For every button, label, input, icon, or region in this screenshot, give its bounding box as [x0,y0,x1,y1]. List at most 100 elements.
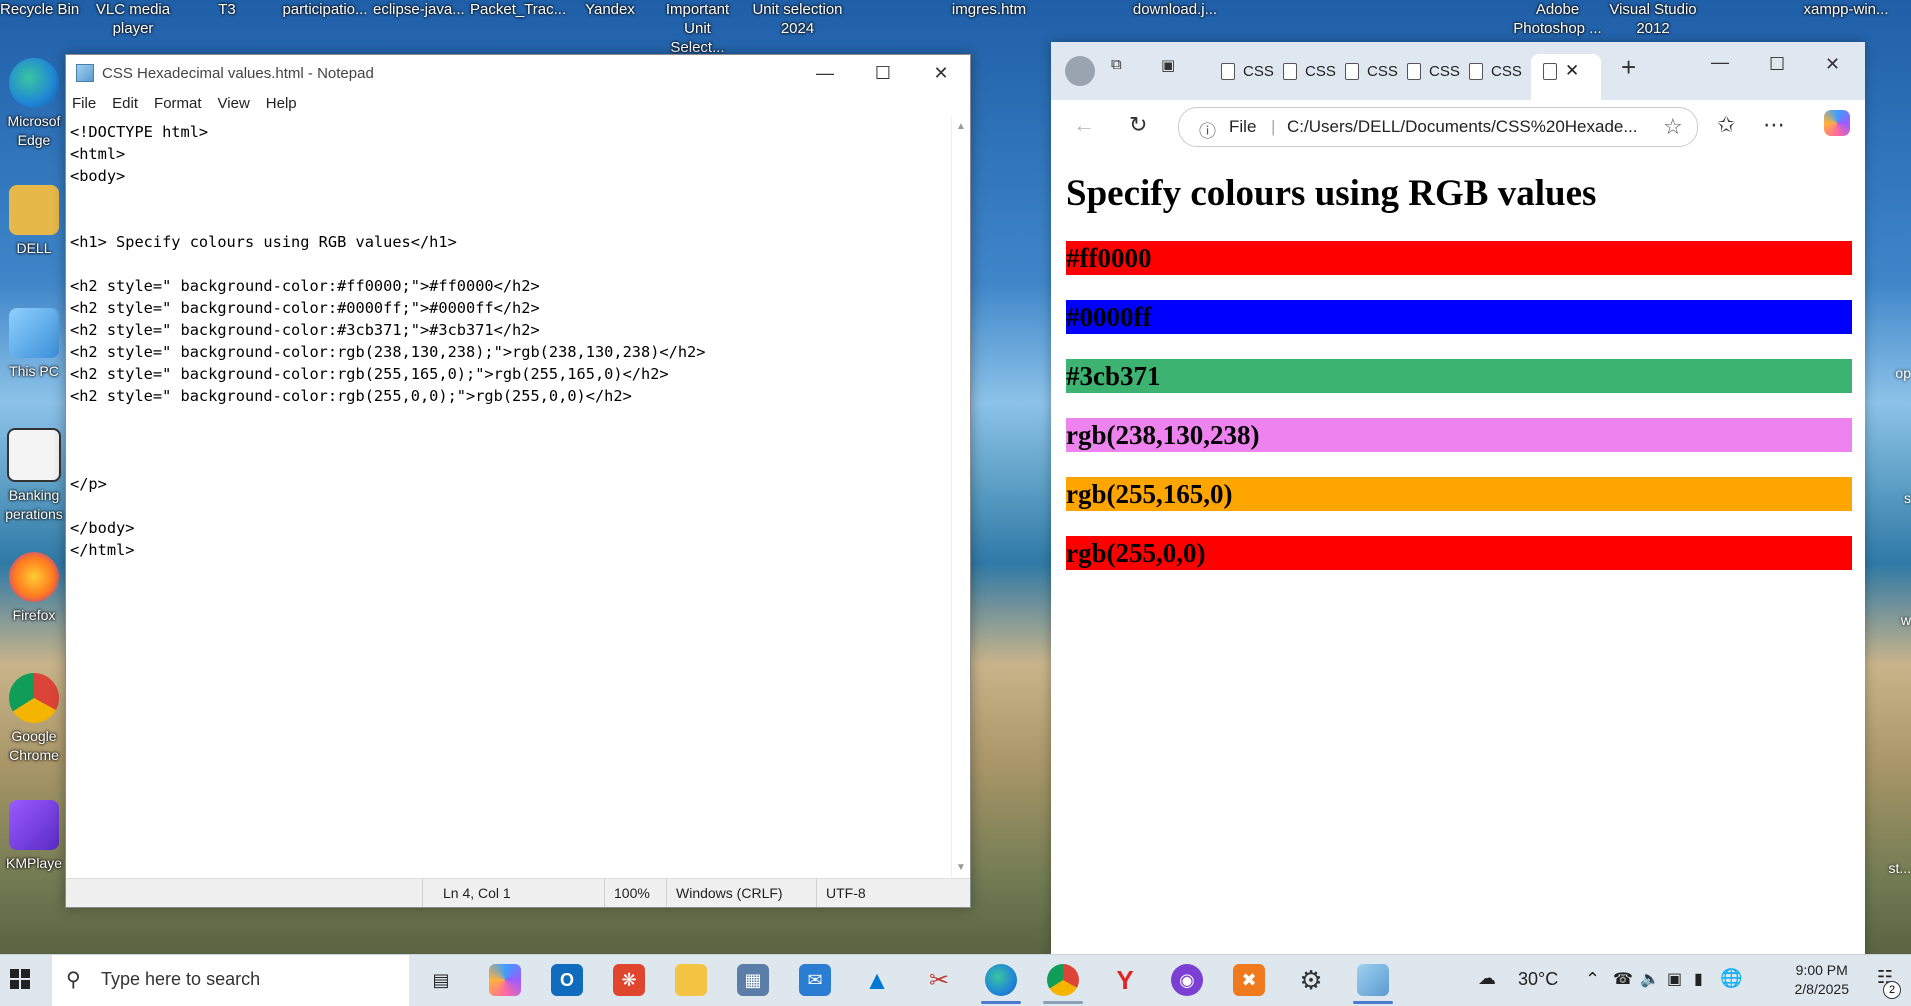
xampp-icon[interactable]: ✖ [1233,964,1265,996]
desktop-icon-unit-selection[interactable]: Unit selection 2024 [750,0,845,38]
desktop-icon-banking[interactable]: Banking perations [0,428,68,524]
desktop-icon-download[interactable]: download.j... [1130,0,1220,19]
clock[interactable]: 9:00 PM 2/8/2025 [1795,961,1850,999]
active-tab[interactable]: ✕ [1531,54,1601,100]
desktop-icon-packet-tracer[interactable]: Packet_Trac... [470,0,566,19]
menu-file[interactable]: File [72,95,96,112]
azure-icon[interactable]: ▲ [861,964,893,996]
weather-icon[interactable]: ☁ [1478,968,1496,989]
favorite-star-icon[interactable]: ☆ [1663,114,1683,140]
code-line: <h2 style=" background-color:#3cb371;">#… [70,321,540,339]
info-icon[interactable]: ⓘ [1199,117,1216,142]
back-icon[interactable]: ← [1073,112,1095,138]
desktop-icon-recycle-bin[interactable]: Recycle Bin [0,0,79,19]
color-bar-2: #0000ff [1066,300,1852,334]
notification-badge: 2 [1883,981,1901,999]
color-bar-6: rgb(255,0,0) [1066,536,1852,570]
desktop-icon-this-pc[interactable]: This PC [0,308,68,381]
desktop-icon-chrome[interactable]: Google Chrome [0,673,68,765]
workspaces-icon[interactable]: ⧉ [1111,56,1122,73]
desktop-icon-photoshop[interactable]: Adobe Photoshop ... [1510,0,1605,38]
close-button[interactable]: ✕ [1825,54,1840,75]
minimize-button[interactable]: — [796,55,854,91]
color-bar-3: #3cb371 [1066,359,1852,393]
outlook-icon[interactable]: O [551,964,583,996]
notepad-icon[interactable] [1357,964,1389,996]
weather-temp[interactable]: 30°C [1518,969,1558,990]
menu-format[interactable]: Format [154,95,202,112]
toolbar: ← ↻ ⓘ File | C:/Users/DELL/Documents/CSS… [1051,100,1865,150]
task-view-icon[interactable]: ▤ [425,964,457,996]
desktop-icon-t3[interactable]: T3 [212,0,242,19]
battery-icon[interactable]: ▮ [1694,969,1703,989]
app-icon[interactable]: ❋ [613,964,645,996]
favorites-icon[interactable]: ✩ [1717,112,1735,138]
calculator-icon[interactable]: ▦ [737,964,769,996]
refresh-icon[interactable]: ↻ [1129,112,1147,138]
scroll-down-icon[interactable]: ▼ [956,862,966,873]
file-explorer-icon[interactable] [675,964,707,996]
desktop-icon-edge[interactable]: Microsof Edge [0,58,68,150]
maximize-button[interactable]: ☐ [854,55,912,91]
profile-avatar[interactable] [1065,56,1095,86]
close-tab-icon[interactable]: ✕ [1565,61,1579,81]
scroll-up-icon[interactable]: ▲ [956,121,966,132]
desktop-icon-yandex[interactable]: Yandex [580,0,640,19]
tab[interactable]: CSS [1221,54,1274,88]
edge-icon[interactable] [985,964,1017,996]
yandex-icon[interactable]: Y [1109,964,1141,996]
tab[interactable]: CSS [1469,54,1522,88]
app-icon[interactable]: ◉ [1171,964,1203,996]
notepad-title-bar[interactable]: CSS Hexadecimal values.html - Notepad — … [66,55,970,91]
meet-now-icon[interactable]: ☎ [1613,969,1633,989]
menu-edit[interactable]: Edit [112,95,138,112]
windows-start-icon[interactable] [10,969,30,989]
close-button[interactable]: ✕ [912,55,970,91]
desktop-icon-visual-studio[interactable]: Visual Studio 2012 [1608,0,1698,38]
settings-gear-icon[interactable]: ⚙ [1295,964,1327,996]
code-line: <h2 style=" background-color:rgb(238,130… [70,343,706,361]
tab[interactable]: CSS [1407,54,1460,88]
network-icon[interactable]: ▣ [1667,969,1682,989]
new-tab-icon[interactable]: + [1621,52,1636,83]
desktop-peek-label: op [1895,365,1911,381]
menu-help[interactable]: Help [266,95,297,112]
language-icon[interactable]: 🌐 [1720,968,1742,989]
desktop-icon-dell[interactable]: DELL [0,185,68,258]
desktop-icon-xampp[interactable]: xampp-win... [1796,0,1896,19]
tab-label: CSS [1491,62,1522,80]
address-bar[interactable]: ⓘ File | C:/Users/DELL/Documents/CSS%20H… [1178,107,1698,147]
desktop-icon-imgres[interactable]: imgres.htm [944,0,1034,19]
maximize-button[interactable]: ☐ [1769,54,1785,75]
desktop-icon-important-unit[interactable]: Important Unit Select... [655,0,740,57]
tab-actions-icon[interactable]: ▣ [1161,56,1175,74]
desktop-icon-participation[interactable]: participatio... [280,0,370,19]
mail-icon[interactable]: ✉ [799,964,831,996]
desktop-icon-label: Firefox [12,607,56,623]
tab-strip: ⧉ ▣ CSS CSS CSS CSS CSS ✕ + — ☐ ✕ [1051,42,1865,100]
computer-icon [9,308,59,358]
notepad-window: CSS Hexadecimal values.html - Notepad — … [65,54,971,908]
tab[interactable]: CSS [1345,54,1398,88]
desktop-icon-vlc[interactable]: VLC media player [92,0,174,38]
text-editor[interactable]: <!DOCTYPE html> <html> <body> <h1> Specify… [66,117,952,877]
vertical-scrollbar[interactable]: ▲ ▼ [951,117,970,877]
taskbar-search[interactable]: ⚲ Type here to search [52,955,409,1006]
volume-icon[interactable]: 🔈 [1640,969,1660,989]
copilot-icon[interactable] [1824,110,1850,136]
color-bar-4: rgb(238,130,238) [1066,418,1852,452]
show-hidden-icons-icon[interactable]: ⌃ [1585,969,1600,990]
desktop-icon-firefox[interactable]: Firefox [0,552,68,625]
menu-view[interactable]: View [218,95,250,112]
desktop-icon-eclipse[interactable]: eclipse-java... [373,0,465,19]
copilot-icon[interactable] [489,964,521,996]
more-options-icon[interactable]: ⋯ [1763,112,1785,138]
desktop-icon-kmplayer[interactable]: KMPlaye [0,800,68,873]
chrome-icon[interactable] [1047,964,1079,996]
code-line: <h2 style=" background-color:#ff0000;">#… [70,277,540,295]
snipping-tool-icon[interactable]: ✂ [923,964,955,996]
minimize-button[interactable]: — [1711,52,1729,73]
tab[interactable]: CSS [1283,54,1336,88]
address-scheme: File [1229,117,1257,136]
